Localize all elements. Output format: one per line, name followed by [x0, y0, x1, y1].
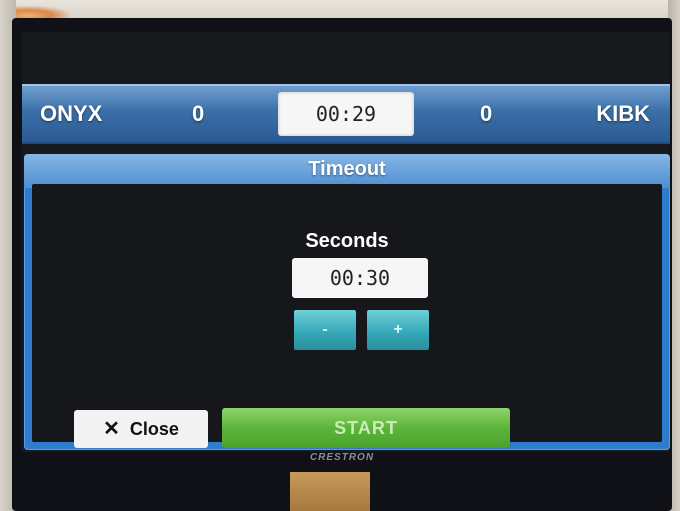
plus-icon: +: [393, 321, 403, 338]
close-icon: ✕: [103, 418, 120, 440]
minus-icon: -: [322, 321, 328, 338]
home-team-name: ONYX: [40, 101, 103, 126]
scoreboard-bar: ONYX 0 00:29 0 KIBK: [22, 84, 670, 144]
bottom-label-sticker: [290, 472, 370, 511]
seconds-label: Seconds: [305, 230, 389, 252]
start-button[interactable]: START: [222, 408, 510, 448]
timeout-dialog: Timeout Seconds 00:30 - + ✕ Close START: [24, 154, 670, 450]
game-clock[interactable]: 00:29: [278, 92, 414, 136]
seconds-input[interactable]: 00:30: [292, 258, 428, 298]
dialog-body: Seconds 00:30 - + ✕ Close START: [32, 184, 662, 448]
away-score: 0: [480, 101, 493, 126]
increment-button[interactable]: +: [367, 310, 429, 350]
close-label: Close: [129, 418, 179, 439]
brand-logo: CRESTRON: [309, 452, 375, 463]
decrement-button[interactable]: -: [294, 310, 356, 350]
close-button[interactable]: ✕ Close: [74, 410, 208, 448]
home-score: 0: [192, 101, 205, 126]
dialog-title: Timeout: [308, 158, 386, 180]
away-team-name: KIBK: [596, 101, 650, 126]
touch-screen: ONYX 0 00:29 0 KIBK Timeout Seconds 00:3…: [22, 32, 670, 452]
touch-panel-bezel: ONYX 0 00:29 0 KIBK Timeout Seconds 00:3…: [12, 18, 672, 511]
